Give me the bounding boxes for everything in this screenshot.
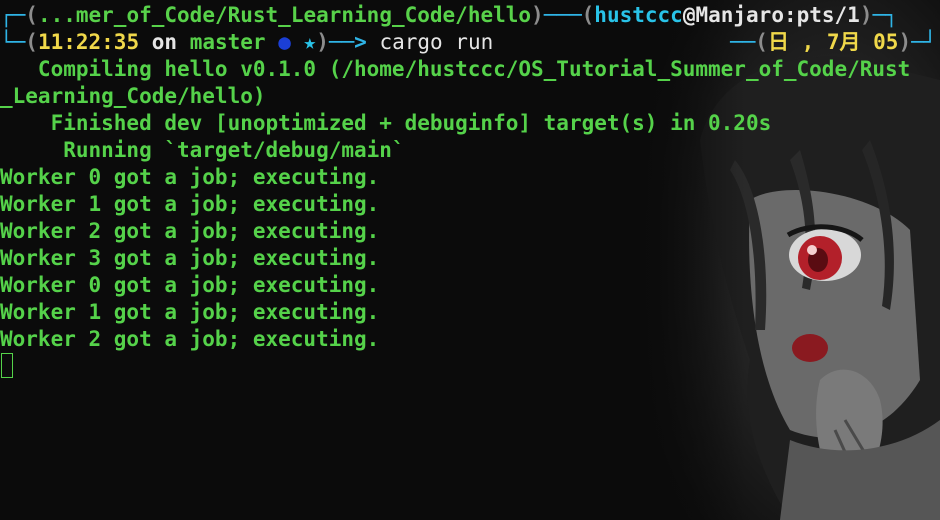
terminal-window[interactable]: ┌─(...mer_of_Code/Rust_Learning_Code/hel…	[0, 0, 940, 520]
paren-close: )	[531, 3, 544, 27]
output-worker-line: Worker 1 got a job; executing.	[0, 300, 380, 324]
frame-dash: ───	[543, 3, 582, 27]
frame-corner-bottom-right: ─┘	[911, 30, 937, 54]
frame-corner-top-right: ─┐	[872, 3, 898, 27]
paren-open-4: (	[755, 30, 768, 54]
frame-corner-top: ┌─	[0, 3, 26, 27]
prompt-path: ...mer_of_Code/Rust_Learning_Code/hello	[37, 3, 532, 27]
prompt-time: 11:22:35	[37, 30, 140, 54]
output-worker-line: Worker 2 got a job; executing.	[0, 327, 380, 351]
prompt-host: Manjaro:pts/1	[695, 3, 860, 27]
output-worker-line: Worker 2 got a job; executing.	[0, 219, 380, 243]
paren-open: (	[25, 3, 38, 27]
prompt-arrow: ──>	[328, 30, 380, 54]
output-worker-line: Worker 0 got a job; executing.	[0, 165, 380, 189]
git-status-star-icon: ★	[303, 30, 317, 54]
output-worker-line: Worker 0 got a job; executing.	[0, 273, 380, 297]
paren-open-2: (	[581, 3, 595, 27]
git-branch: master	[189, 30, 266, 54]
command-input[interactable]: cargo run	[379, 30, 493, 54]
prompt-on-word: on	[151, 30, 178, 54]
output-worker-line: Worker 3 got a job; executing.	[0, 246, 380, 270]
output-compiling: Compiling hello v0.1.0 (/home/hustccc/OS…	[0, 57, 911, 81]
git-status-dot-icon: ●	[278, 30, 291, 54]
prompt-date-block: ──(日 , 7月 05)─┘	[730, 29, 936, 56]
prompt-line-1: ┌─(...mer_of_Code/Rust_Learning_Code/hel…	[0, 2, 898, 29]
output-compiling-cont: _Learning_Code/hello)	[0, 84, 266, 108]
terminal-cursor[interactable]	[1, 353, 13, 378]
paren-close-2: )	[859, 3, 873, 27]
paren-close-4: )	[898, 30, 912, 54]
output-running: Running `target/debug/main`	[0, 138, 405, 162]
frame-corner-bottom: └─	[0, 30, 26, 54]
at-sign: @	[682, 3, 696, 27]
prompt-line-2: └─(11:22:35 on master ● ★)──> cargo run	[0, 29, 493, 56]
output-worker-line: Worker 1 got a job; executing.	[0, 192, 380, 216]
output-finished: Finished dev [unoptimized + debuginfo] t…	[0, 111, 772, 135]
paren-open-3: (	[25, 30, 38, 54]
paren-close-3: )	[316, 30, 329, 54]
prompt-date: 日 , 7月 05	[767, 30, 899, 54]
prompt-user: hustccc	[594, 3, 683, 27]
frame-dash-right: ──	[730, 30, 756, 54]
